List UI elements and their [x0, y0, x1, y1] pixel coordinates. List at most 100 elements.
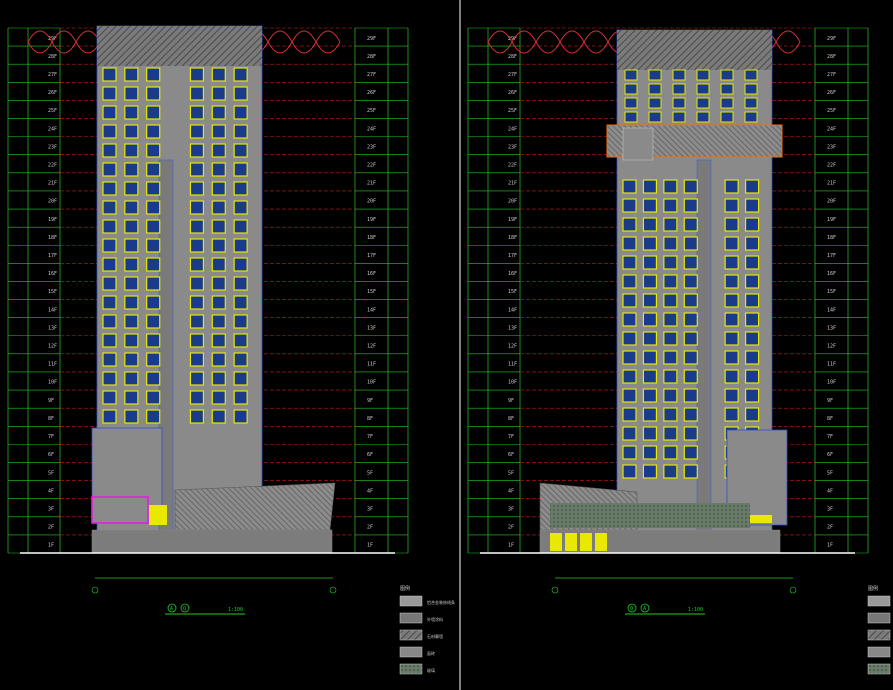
- floor-label-right: 26F: [367, 90, 376, 96]
- window: [683, 350, 698, 365]
- window: [724, 236, 739, 251]
- floor-label-left: 2F: [508, 525, 514, 531]
- window: [683, 236, 698, 251]
- window: [124, 314, 139, 329]
- window: [724, 312, 739, 327]
- window: [724, 369, 739, 384]
- floor-label-right: 4F: [827, 488, 833, 494]
- floor-label-left: 21F: [508, 181, 517, 187]
- window: [233, 390, 248, 405]
- floor-label-right: 3F: [827, 506, 833, 512]
- window: [189, 105, 205, 120]
- window: [233, 333, 248, 348]
- window: [102, 105, 117, 120]
- window: [724, 350, 739, 365]
- window: [642, 464, 658, 479]
- window: [124, 352, 139, 367]
- window: [189, 333, 205, 348]
- legend-swatch: [867, 612, 891, 624]
- window: [102, 333, 117, 348]
- window: [233, 124, 248, 139]
- floor-label-right: 6F: [367, 452, 373, 458]
- window: [211, 295, 226, 310]
- window: [211, 371, 226, 386]
- floor-label-right: 11F: [827, 362, 836, 368]
- legend-swatch: [399, 612, 423, 624]
- floor-label-left: 6F: [48, 452, 54, 458]
- window: [102, 371, 117, 386]
- window: [663, 388, 678, 403]
- window: [642, 350, 658, 365]
- window: [624, 97, 638, 109]
- floor-label-right: 17F: [827, 253, 836, 259]
- window: [622, 350, 637, 365]
- window: [233, 314, 248, 329]
- window: [233, 162, 248, 177]
- floor-label-left: 20F: [48, 199, 57, 205]
- floor-label-left: 10F: [508, 380, 517, 386]
- floor-label-left: 26F: [48, 90, 57, 96]
- window: [189, 67, 205, 82]
- window: [189, 352, 205, 367]
- window: [146, 181, 161, 196]
- window: [744, 350, 760, 365]
- window: [233, 219, 248, 234]
- window: [146, 314, 161, 329]
- window: [622, 312, 637, 327]
- window: [624, 111, 638, 123]
- window: [233, 105, 248, 120]
- window: [189, 295, 205, 310]
- floor-label-left: 27F: [48, 72, 57, 78]
- window: [683, 464, 698, 479]
- floor-label-right: 14F: [367, 307, 376, 313]
- window: [648, 83, 662, 95]
- floor-label-left: 2F: [48, 525, 54, 531]
- window: [663, 331, 678, 346]
- floor-label-left: 19F: [508, 217, 517, 223]
- window: [648, 69, 662, 81]
- floor-label-right: 13F: [367, 325, 376, 331]
- window: [744, 369, 760, 384]
- window: [233, 276, 248, 291]
- floor-label-right: 24F: [827, 126, 836, 132]
- window: [744, 407, 760, 422]
- floor-label-right: 23F: [367, 144, 376, 150]
- window: [622, 198, 637, 213]
- window: [683, 426, 698, 441]
- window: [683, 407, 698, 422]
- floor-label-left: 1F: [48, 543, 54, 549]
- floor-label-left: 11F: [508, 362, 517, 368]
- window: [211, 257, 226, 272]
- window: [102, 409, 117, 424]
- window: [233, 409, 248, 424]
- window: [624, 83, 638, 95]
- floor-label-left: 4F: [508, 488, 514, 494]
- window: [146, 371, 161, 386]
- window: [642, 274, 658, 289]
- right-elevation-sheet: 29F 29F28F 28F27F 27F26F 26F25F 25F24F 24F23F 2…: [467, 27, 891, 675]
- window: [124, 143, 139, 158]
- floor-label-right: 15F: [827, 289, 836, 295]
- yellow-door: [595, 533, 607, 551]
- window: [744, 388, 760, 403]
- window: [124, 409, 139, 424]
- floor-label-right: 7F: [827, 434, 833, 440]
- floor-label-right: 11F: [367, 362, 376, 368]
- window: [642, 445, 658, 460]
- window: [663, 255, 678, 270]
- window: [102, 238, 117, 253]
- window: [724, 217, 739, 232]
- floor-label-left: 17F: [48, 253, 57, 259]
- left-elevation-sheet: 29F 29F28F 28F27F 27F26F 26F25F 25F24F 24F23F 2…: [7, 25, 455, 675]
- floor-label-right: 17F: [367, 253, 376, 259]
- window: [102, 276, 117, 291]
- window: [189, 390, 205, 405]
- window: [744, 111, 758, 123]
- window: [720, 69, 734, 81]
- yellow-door: [580, 533, 592, 551]
- window: [663, 274, 678, 289]
- window: [233, 86, 248, 101]
- window: [233, 295, 248, 310]
- floor-label-right: 10F: [367, 380, 376, 386]
- window: [102, 67, 117, 82]
